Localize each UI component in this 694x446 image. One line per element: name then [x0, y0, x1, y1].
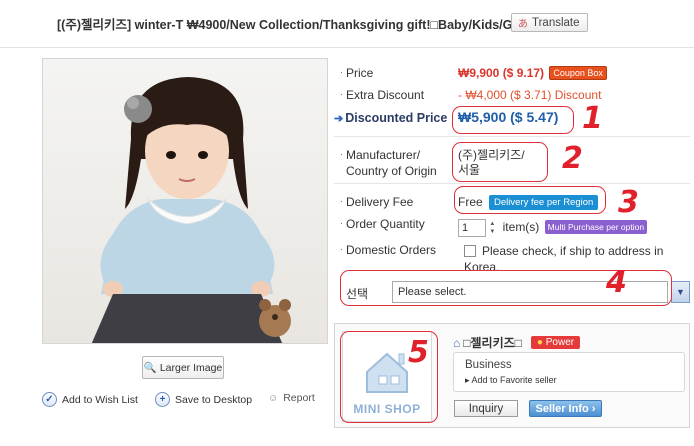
price-value: ₩9,900 ($ 9.17) Coupon Box — [458, 66, 607, 80]
annotation-number-5: 5 — [408, 335, 429, 370]
product-title: [(주)젤리키즈] winter-T ₩4900/New Collection/… — [57, 18, 532, 32]
translate-label: Translate — [532, 16, 580, 29]
chevron-down-icon[interactable]: ▼ — [671, 281, 690, 303]
delivery-fee-label: · Delivery Fee — [340, 195, 414, 209]
plus-icon: + — [155, 392, 170, 407]
arrow-right-icon: ➔ — [334, 113, 344, 125]
report-link[interactable]: ☺ Report — [268, 392, 315, 404]
product-photo-illustration — [43, 59, 327, 343]
quantity-stepper[interactable]: ▲ ▼ — [489, 220, 495, 236]
product-photo[interactable] — [42, 58, 328, 344]
larger-image-button[interactable]: 🔍 Larger Image — [142, 356, 224, 379]
annotation-box-3 — [454, 186, 606, 214]
shop-name[interactable]: ⌂ □젤리키즈□ ● Power — [453, 334, 581, 351]
product-actions: ✓ Add to Wish List + Save to Desktop ☺ R… — [42, 392, 332, 410]
business-box: Business ▸ Add to Favorite seller — [453, 352, 685, 392]
quantity-unit: item(s) — [502, 220, 540, 235]
annotation-number-3: 3 — [618, 185, 639, 220]
power-badge: ● Power — [530, 336, 581, 349]
annotation-number-1: 1 — [582, 101, 603, 136]
divider — [334, 136, 690, 137]
report-label: Report — [283, 392, 315, 404]
domestic-checkbox[interactable] — [464, 245, 476, 257]
annotation-number-2: 2 — [562, 141, 583, 176]
origin-label: · Manufacturer/Country of Origin — [340, 148, 437, 178]
business-label: Business — [465, 359, 512, 371]
divider — [334, 183, 690, 184]
price-amount: ₩9,900 ($ 9.17) — [458, 66, 545, 80]
bulb-icon: ● — [536, 337, 543, 348]
multi-purchase-button[interactable]: Multi Purchase per option — [544, 220, 648, 235]
magnifier-icon: 🔍 — [143, 362, 157, 374]
larger-image-label: Larger Image — [159, 361, 223, 374]
desktop-label: Save to Desktop — [175, 393, 253, 406]
add-favorite-seller-link[interactable]: ▸ Add to Favorite seller — [465, 375, 557, 386]
check-icon: ✓ — [42, 392, 57, 407]
translate-button[interactable]: あ Translate — [511, 13, 588, 32]
annotation-box-1 — [452, 106, 574, 134]
report-icon: ☺ — [268, 392, 279, 404]
annotation-box-2 — [452, 142, 548, 182]
annotation-number-4: 4 — [606, 265, 627, 300]
seller-info-button[interactable]: Seller Info › — [529, 400, 602, 417]
shop-icon: ⌂ — [453, 335, 461, 350]
inquiry-button[interactable]: Inquiry — [454, 400, 518, 417]
save-to-desktop-link[interactable]: + Save to Desktop — [155, 392, 252, 407]
wishlist-label: Add to Wish List — [62, 393, 138, 406]
order-quantity-label: · Order Quantity — [340, 217, 425, 231]
translate-icon: あ — [518, 19, 528, 30]
add-to-wishlist-link[interactable]: ✓ Add to Wish List — [42, 392, 138, 407]
extra-discount-value: - ₩4,000 ($ 3.71) Discount — [458, 88, 602, 102]
product-header: [(주)젤리키즈] winter-T ₩4900/New Collection/… — [0, 0, 694, 48]
coupon-box-button[interactable]: Coupon Box — [549, 66, 607, 80]
price-label: · Price — [340, 66, 374, 80]
domestic-orders-label: · Domestic Orders — [340, 243, 437, 257]
extra-discount-label: · Extra Discount — [340, 88, 425, 102]
order-quantity-control: 1 ▲ ▼ item(s) Multi Purchase per option — [458, 219, 648, 237]
discounted-price-label: ➔ Discounted Price — [334, 111, 448, 125]
quantity-input[interactable]: 1 — [458, 219, 486, 237]
